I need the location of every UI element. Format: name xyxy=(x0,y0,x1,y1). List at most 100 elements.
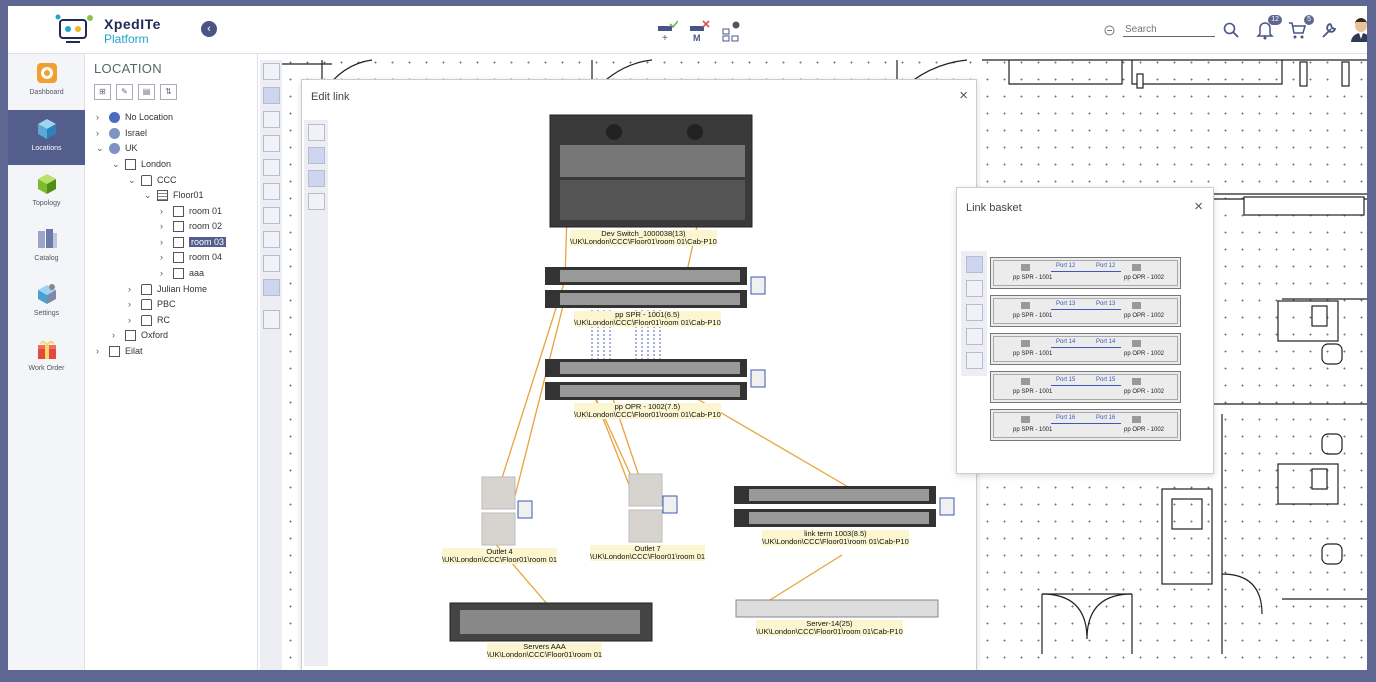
node-outlet-4[interactable]: Outlet 4 \UK\London\CCC\Floor01\room 01 xyxy=(442,548,558,564)
delete-icon[interactable] xyxy=(965,280,983,297)
city-icon xyxy=(125,158,136,170)
tree-node-israel[interactable]: › Israel xyxy=(96,126,147,140)
add-icon[interactable] xyxy=(965,304,983,321)
add-node-icon[interactable]: ⊞ xyxy=(94,84,111,100)
chevron-right-icon[interactable]: › xyxy=(160,206,168,216)
nav-locations[interactable]: Locations xyxy=(8,110,85,165)
tree-node-floor01[interactable]: ⌄ Floor01 xyxy=(144,188,204,202)
nav-dashboard[interactable]: Dashboard xyxy=(8,54,85,109)
add-link-icon[interactable]: + xyxy=(656,20,679,44)
nav-work-order[interactable]: Work Order xyxy=(8,330,85,385)
sort-node-icon[interactable]: ⇅ xyxy=(160,84,177,100)
map-toolbar xyxy=(260,60,282,670)
basket-row[interactable]: pp SPR - 1001 Port 14 Port 14 pp OPR - 1002 xyxy=(990,333,1181,365)
logo-title: XpedITe xyxy=(104,16,161,32)
chevron-down-icon[interactable]: ⌄ xyxy=(144,190,152,201)
chevron-right-icon[interactable]: › xyxy=(160,252,168,262)
bell-icon[interactable]: 12 xyxy=(1256,15,1282,40)
check-icon[interactable] xyxy=(965,352,983,369)
room-icon xyxy=(173,205,184,217)
basket-row[interactable]: pp SPR - 1001 Port 15 Port 15 pp OPR - 1002 xyxy=(990,371,1181,403)
chevron-right-icon[interactable]: › xyxy=(112,330,120,340)
select-icon[interactable] xyxy=(262,87,280,104)
basket-row[interactable]: pp SPR - 1001 Port 13 Port 13 pp OPR - 1002 xyxy=(990,295,1181,327)
edit-node-icon[interactable]: ✎ xyxy=(116,84,133,100)
tree-node-room-03[interactable]: › room 03 xyxy=(160,235,227,249)
topology-icon[interactable] xyxy=(720,20,742,42)
link-basket-title: Link basket xyxy=(966,202,1022,214)
tree-node-rc[interactable]: › RC xyxy=(128,313,170,327)
zoom-out-icon[interactable] xyxy=(1104,25,1115,36)
node-server-14[interactable]: Server-14(25) \UK\London\CCC\Floor01\room… xyxy=(756,620,903,636)
chevron-down-icon[interactable]: ⌄ xyxy=(96,143,104,154)
node-pp-spr[interactable]: pp SPR - 1001(6.5) \UK\London\CCC\Floor01… xyxy=(574,311,721,327)
delete-node-icon[interactable]: ▤ xyxy=(138,84,155,100)
draw-icon[interactable] xyxy=(262,279,280,296)
remove-link-icon[interactable]: M xyxy=(688,20,710,43)
cart-icon[interactable]: 5 xyxy=(1288,15,1314,40)
link-diagram xyxy=(449,114,955,642)
list-icon[interactable] xyxy=(965,328,983,345)
nav-catalog[interactable]: Catalog xyxy=(8,220,85,275)
chevron-right-icon[interactable]: › xyxy=(128,315,136,325)
app-logo[interactable]: XpedITe Platform xyxy=(54,12,174,48)
chevron-right-icon[interactable]: › xyxy=(128,284,136,294)
main-nav: Dashboard Locations Topology Catalog Set… xyxy=(8,54,85,670)
basket-row[interactable]: pp SPR - 1001 Port 12 Port 12 pp OPR - 1002 xyxy=(990,257,1181,289)
chevron-right-icon[interactable]: › xyxy=(96,112,104,122)
tree-node-julian-home[interactable]: › Julian Home xyxy=(128,282,207,296)
room-icon xyxy=(173,220,184,232)
collapse-icon[interactable]: ‹ xyxy=(201,21,217,37)
fit-screen-icon[interactable] xyxy=(262,63,280,80)
tree-node-aaa[interactable]: › aaa xyxy=(160,266,204,280)
chevron-right-icon[interactable]: › xyxy=(160,237,168,247)
tree-node-eilat[interactable]: › Eilat xyxy=(96,344,143,358)
tree-node-room-04[interactable]: › room 04 xyxy=(160,250,222,264)
settings-icon xyxy=(34,281,60,307)
search-input[interactable] xyxy=(1123,23,1215,37)
wrench-icon[interactable] xyxy=(1320,20,1338,40)
dashboard-icon xyxy=(34,60,60,86)
close-icon[interactable]: × xyxy=(1194,198,1203,215)
edit-link-dialog: Edit link × Dev Switch_1000038(13) \UK\L… xyxy=(301,79,977,670)
header-right: 12 5 xyxy=(1256,15,1367,42)
nav-settings[interactable]: Settings xyxy=(8,275,85,330)
chevron-right-icon[interactable]: › xyxy=(128,299,136,309)
node-outlet-7[interactable]: Outlet 7 \UK\London\CCC\Floor01\room 01 xyxy=(590,545,706,561)
chevron-right-icon[interactable]: › xyxy=(160,221,168,231)
chevron-right-icon[interactable]: › xyxy=(160,268,168,278)
grid-icon[interactable] xyxy=(262,255,280,272)
tree-node-pbc[interactable]: › PBC xyxy=(128,297,176,311)
tree-node-room-02[interactable]: › room 02 xyxy=(160,219,222,233)
chevron-down-icon[interactable]: ⌄ xyxy=(128,175,136,186)
node-servers-aaa[interactable]: Servers AAA \UK\London\CCC\Floor01\room 0… xyxy=(487,643,603,659)
tree-node-room-01[interactable]: › room 01 xyxy=(160,204,222,218)
chevron-right-icon[interactable]: › xyxy=(96,128,104,138)
select-icon[interactable] xyxy=(965,256,983,273)
delete-icon[interactable] xyxy=(262,159,280,176)
basket-toolbar xyxy=(961,251,987,376)
add-object-icon[interactable] xyxy=(262,111,280,128)
tree-node-oxford[interactable]: › Oxford xyxy=(112,328,168,342)
work-order-icon xyxy=(34,336,60,362)
node-link-term[interactable]: link term 1003(8.5) \UK\London\CCC\Floor0… xyxy=(762,530,909,546)
node-dev-switch[interactable]: Dev Switch_1000038(13) \UK\London\CCC\Flo… xyxy=(570,230,717,246)
tree-node-uk[interactable]: ⌄ UK xyxy=(96,141,138,155)
measure-icon[interactable] xyxy=(262,231,280,248)
avatar[interactable] xyxy=(1350,18,1367,42)
tree-node-no-location[interactable]: › No Location xyxy=(96,110,173,124)
node-pp-opr[interactable]: pp OPR - 1002(7.5) \UK\London\CCC\Floor01… xyxy=(574,403,721,419)
chevron-right-icon[interactable]: › xyxy=(96,346,104,356)
building-icon xyxy=(141,314,152,326)
panel-icon[interactable] xyxy=(262,310,280,329)
rotate-icon[interactable] xyxy=(262,135,280,152)
layers-icon[interactable] xyxy=(262,207,280,224)
tree-node-london[interactable]: ⌄ London xyxy=(112,157,171,171)
basket-row[interactable]: pp SPR - 1001 Port 16 Port 16 pp OPR - 1002 xyxy=(990,409,1181,441)
tree-node-ccc[interactable]: ⌄ CCC xyxy=(128,173,177,187)
route-icon[interactable] xyxy=(262,183,280,200)
chevron-down-icon[interactable]: ⌄ xyxy=(112,159,120,170)
nav-topology[interactable]: Topology xyxy=(8,165,85,220)
tree-toolbar: ⊞ ✎ ▤ ⇅ xyxy=(94,84,177,100)
search-icon[interactable] xyxy=(1223,22,1239,38)
